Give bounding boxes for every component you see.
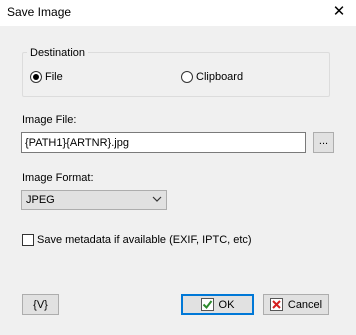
image-format-select[interactable]: JPEG	[21, 190, 167, 210]
metadata-label: Save metadata if available (EXIF, IPTC, …	[37, 234, 252, 246]
cancel-button-label: Cancel	[287, 298, 323, 311]
title-bar: Save Image ✕	[0, 0, 356, 26]
ok-button-label: OK	[218, 298, 235, 311]
variables-button-label: {V}	[33, 298, 48, 311]
x-icon	[269, 298, 283, 311]
image-format-value: JPEG	[26, 194, 55, 206]
radio-file-label: File	[45, 71, 63, 83]
variables-button[interactable]: {V}	[22, 294, 59, 315]
close-icon: ✕	[332, 3, 346, 20]
window-title: Save Image	[7, 5, 72, 19]
image-file-label: Image File:	[22, 114, 77, 126]
browse-button[interactable]: ...	[313, 132, 334, 153]
destination-group-label: Destination	[27, 47, 89, 59]
image-file-input[interactable]	[21, 132, 306, 153]
image-format-label: Image Format:	[22, 172, 94, 184]
check-icon	[200, 298, 214, 311]
radio-clipboard[interactable]: Clipboard	[181, 71, 243, 83]
metadata-checkbox[interactable]	[22, 234, 34, 246]
radio-file[interactable]: File	[30, 71, 63, 83]
chevron-down-icon	[152, 196, 162, 202]
cancel-button[interactable]: Cancel	[263, 294, 329, 315]
ok-button[interactable]: OK	[181, 294, 254, 315]
radio-file-indicator[interactable]	[30, 71, 42, 83]
close-button[interactable]: ✕	[322, 0, 356, 26]
radio-clipboard-label: Clipboard	[196, 71, 244, 83]
radio-clipboard-indicator[interactable]	[181, 71, 193, 83]
